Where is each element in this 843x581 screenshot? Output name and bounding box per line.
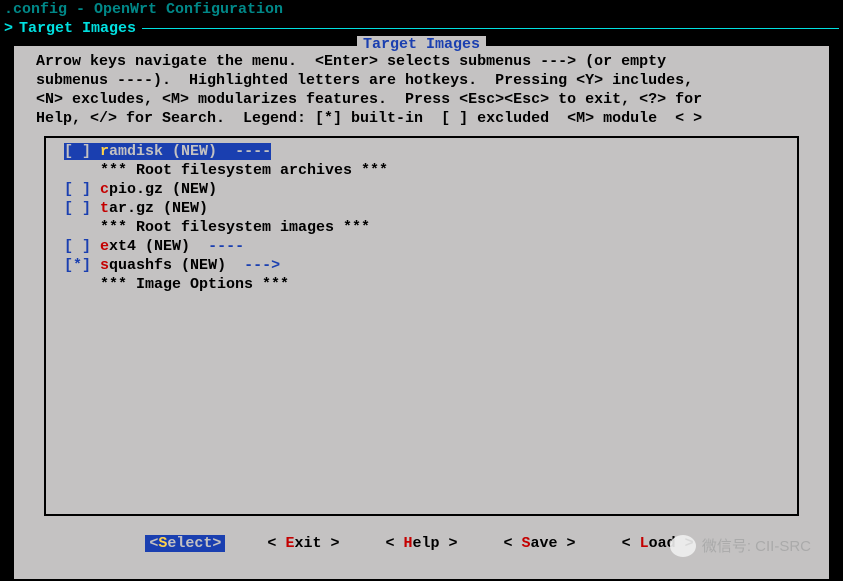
help-button[interactable]: < Help > (381, 535, 461, 552)
load-button[interactable]: < Load > (618, 535, 698, 552)
exit-button[interactable]: < Exit > (263, 535, 343, 552)
help-text: Arrow keys navigate the menu. <Enter> se… (14, 46, 829, 130)
breadcrumb-arrow: > (4, 19, 13, 38)
dialog: Target Images Arrow keys navigate the me… (12, 44, 831, 581)
select-button[interactable]: <Select> (145, 535, 225, 552)
menu-list[interactable]: [ ] ramdisk (NEW) ---- *** Root filesyst… (44, 136, 799, 516)
breadcrumb-rule (142, 28, 839, 29)
menu-section-header: *** Image Options *** (46, 275, 797, 294)
menu-item-ramdisk[interactable]: [ ] ramdisk (NEW) ---- (46, 142, 289, 161)
menu-section-header: *** Root filesystem images *** (46, 218, 797, 237)
menu-item-ext4[interactable]: [ ] ext4 (NEW) ---- (46, 237, 797, 256)
dialog-title: Target Images (357, 36, 486, 53)
save-button[interactable]: < Save > (500, 535, 580, 552)
menu-item-cpio.gz[interactable]: [ ] cpio.gz (NEW) (46, 180, 797, 199)
menu-item-tar.gz[interactable]: [ ] tar.gz (NEW) (46, 199, 797, 218)
menu-item-squashfs[interactable]: [*] squashfs (NEW) ---> (46, 256, 797, 275)
menu-section-header: *** Root filesystem archives *** (46, 161, 797, 180)
button-bar: <Select> < Exit > < Help > < Save > < Load > (14, 534, 829, 553)
window-title: .config - OpenWrt Configuration (0, 0, 843, 19)
